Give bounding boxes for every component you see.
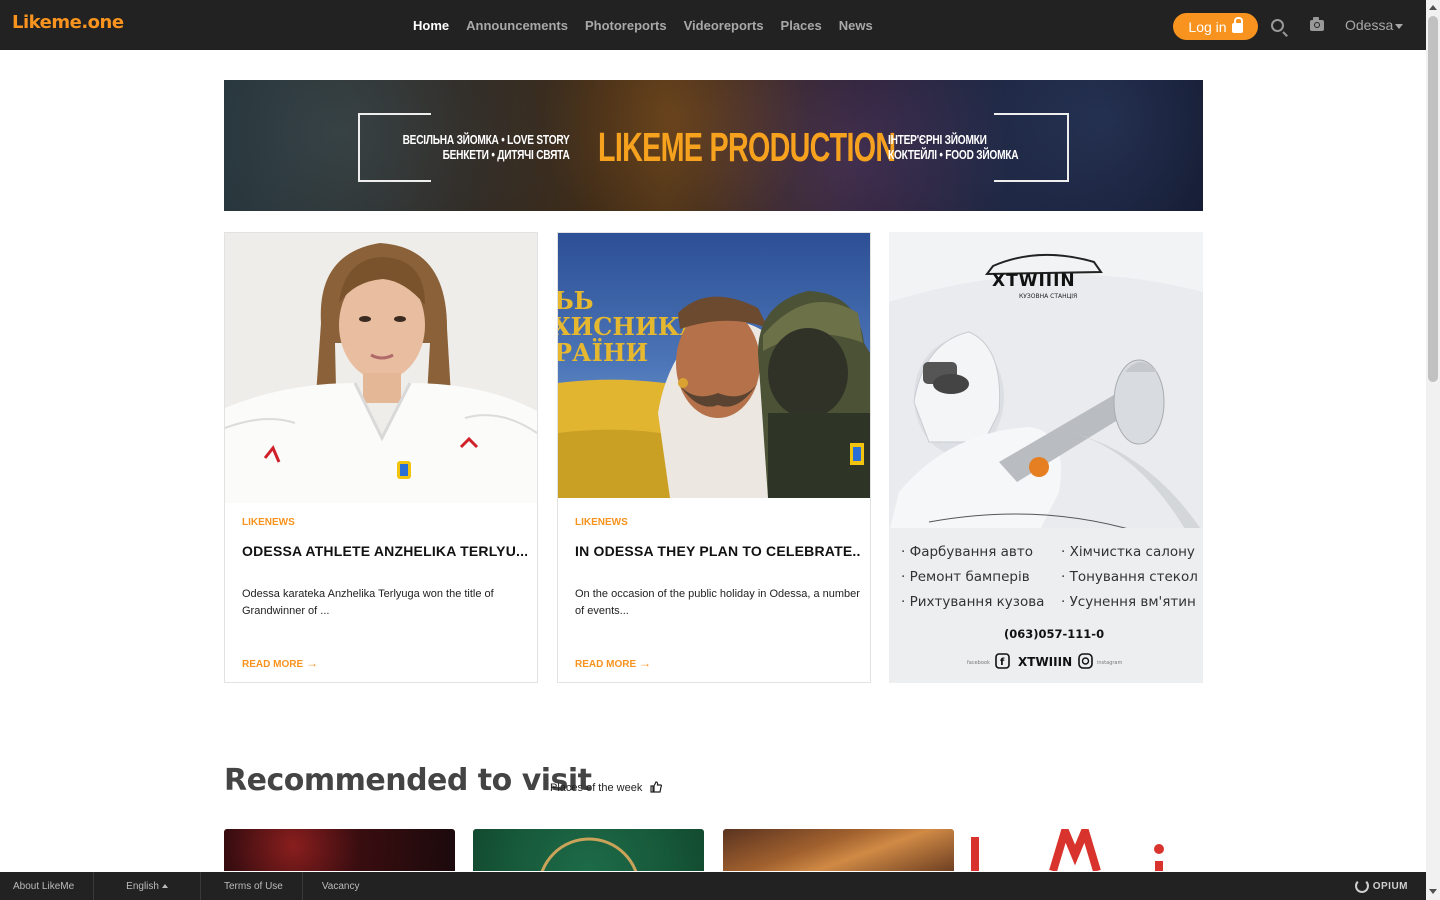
login-button[interactable]: Log in <box>1173 13 1258 40</box>
news-card-image[interactable]: ЬЬ ХИСНИКА РАЇНИ <box>558 233 870 498</box>
banner-right-line2: КОКТЕЙЛІ • FOOD ЗЙОМКА <box>888 147 1019 162</box>
card-excerpt: Odessa karateka Anzhelika Terlyuga won t… <box>242 588 494 617</box>
nav-news[interactable]: News <box>839 18 873 33</box>
section-title: Recommended to visit <box>224 763 592 798</box>
poster-text-line1: ЬЬ <box>558 286 594 315</box>
ad-service-left-2: · Ремонт бамперів <box>901 569 1030 585</box>
read-more-link[interactable]: READ MORE → <box>242 656 318 670</box>
thumbs-up-icon <box>650 781 663 793</box>
news-card[interactable]: LIKENEWS ODESSA ATHLETE ANZHELIKA TERLYU… <box>224 232 538 683</box>
nav-home[interactable]: Home <box>413 18 449 33</box>
logo-domain: .one <box>81 12 124 33</box>
place-card-image <box>971 829 1164 871</box>
nav-announcements[interactable]: Announcements <box>466 18 568 33</box>
banner-left-line1: ВЕСІЛЬНА ЗЙОМКА • LOVE STORY <box>402 132 570 147</box>
site-logo[interactable]: Likeme.one <box>12 12 124 33</box>
language-label: English <box>126 880 159 892</box>
camera-icon[interactable] <box>1310 17 1324 31</box>
section-subtitle-text: Places of the week <box>550 782 643 794</box>
ad-service-right-1: · Хімчистка салону <box>1061 544 1195 560</box>
ad-service-left-3: · Рихтування кузова <box>901 594 1044 610</box>
arrow-right-icon: → <box>306 656 319 670</box>
section-subtitle: Places of the week <box>550 781 663 794</box>
city-selector[interactable]: Odessa <box>1345 17 1404 33</box>
svg-text:f: f <box>1000 657 1005 668</box>
ad-tagline: КУЗОВНА СТАНЦІЯ <box>1019 293 1077 300</box>
opium-label: OPIUM <box>1372 880 1408 892</box>
ad-facebook-label: facebook <box>967 660 990 666</box>
poster-text-line2: ХИСНИКА <box>558 312 700 341</box>
ad-phone: (063)057-111-0 <box>1004 627 1104 641</box>
production-banner[interactable]: ВЕСІЛЬНА ЗЙОМКА • LOVE STORY БЕНКЕТИ • Д… <box>224 80 1203 211</box>
caret-up-icon <box>161 884 168 888</box>
footer-about-link[interactable]: About LikeMe <box>0 872 95 900</box>
opium-brand-link[interactable]: OPIUM <box>1354 879 1408 893</box>
poster-text-line3: РАЇНИ <box>558 338 648 367</box>
scrollbar-thumb[interactable] <box>1428 16 1438 382</box>
car-painting-photo: XTWIIIN КУЗОВНА СТАНЦІЯ · Фарбування авт… <box>889 232 1203 683</box>
arrow-right-icon: → <box>639 656 652 670</box>
lock-icon <box>1231 17 1243 33</box>
language-selector[interactable]: English <box>94 872 201 900</box>
athlete-photo <box>225 233 537 503</box>
place-card-image <box>540 837 638 871</box>
place-card[interactable] <box>473 829 704 871</box>
search-icon[interactable] <box>1271 19 1284 32</box>
xtwiiin-advertisement[interactable]: XTWIIIN КУЗОВНА СТАНЦІЯ · Фарбування авт… <box>889 232 1203 683</box>
main-nav: Home Announcements Photoreports Videorep… <box>413 0 873 50</box>
place-card[interactable] <box>224 829 455 871</box>
news-card-image[interactable] <box>225 233 537 503</box>
logo-text: Likeme <box>12 12 82 33</box>
banner-services-left: ВЕСІЛЬНА ЗЙОМКА • LOVE STORY БЕНКЕТИ • Д… <box>398 132 570 162</box>
card-category[interactable]: LIKENEWS <box>242 517 295 528</box>
top-navigation-bar: Likeme.one Home Announcements Photorepor… <box>0 0 1426 50</box>
place-card[interactable] <box>971 829 1203 871</box>
card-title[interactable]: IN ODESSA THEY PLAN TO CELEBRATE... <box>575 543 860 559</box>
city-label: Odessa <box>1345 17 1394 33</box>
place-card[interactable] <box>723 829 954 871</box>
opium-logo-icon <box>1354 879 1369 893</box>
nav-videoreports[interactable]: Videoreports <box>684 18 764 33</box>
ad-instagram-label: instagram <box>1097 660 1122 666</box>
scroll-up-arrow-icon[interactable] <box>1429 5 1437 10</box>
card-category[interactable]: LIKENEWS <box>575 517 628 528</box>
banner-title: LIKEME PRODUCTION <box>598 124 896 170</box>
read-more-label: READ MORE <box>575 659 637 670</box>
caret-down-icon <box>1395 23 1404 29</box>
read-more-link[interactable]: READ MORE → <box>575 656 651 670</box>
banner-left-line2: БЕНКЕТИ • ДИТЯЧІ СВЯТА <box>442 147 570 162</box>
page-scrollbar[interactable] <box>1426 0 1440 900</box>
site-footer: About LikeMe English Terms of Use Vacanc… <box>0 872 1426 900</box>
card-excerpt: On the occasion of the public holiday in… <box>575 588 860 617</box>
cossack-soldier-illustration: ЬЬ ХИСНИКА РАЇНИ <box>558 233 870 498</box>
login-label: Log in <box>1188 18 1227 35</box>
scroll-down-arrow-icon[interactable] <box>1429 889 1437 894</box>
ad-service-right-3: · Усунення вм'ятин <box>1061 594 1196 610</box>
ad-brand: XTWIIIN <box>992 271 1076 291</box>
footer-vacancy-link[interactable]: Vacancy <box>303 872 379 900</box>
banner-services-right: ІНТЕР'ЄРНІ ЗЙОМКИ КОКТЕЙЛІ • FOOD ЗЙОМКА <box>888 132 1019 162</box>
footer-terms-link[interactable]: Terms of Use <box>201 872 303 900</box>
read-more-label: READ MORE <box>242 659 304 670</box>
ad-service-right-2: · Тонування стекол <box>1061 569 1198 585</box>
nav-places[interactable]: Places <box>781 18 822 33</box>
card-title[interactable]: ODESSA ATHLETE ANZHELIKA TERLYU... <box>242 543 527 559</box>
banner-right-line1: ІНТЕР'ЄРНІ ЗЙОМКИ <box>888 132 987 147</box>
ad-brand-footer: XTWIIIN <box>1018 655 1072 669</box>
ad-service-left-1: · Фарбування авто <box>901 544 1033 560</box>
nav-photoreports[interactable]: Photoreports <box>585 18 667 33</box>
news-card[interactable]: ЬЬ ХИСНИКА РАЇНИ LIKENEWS IN ODESSA THEY… <box>557 232 871 683</box>
